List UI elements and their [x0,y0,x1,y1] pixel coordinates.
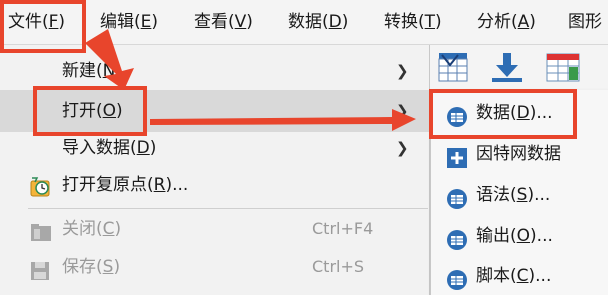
annotation-arrows [85,29,416,131]
arrow-open-to-data [150,109,416,131]
arrow-file-to-open [85,29,134,90]
